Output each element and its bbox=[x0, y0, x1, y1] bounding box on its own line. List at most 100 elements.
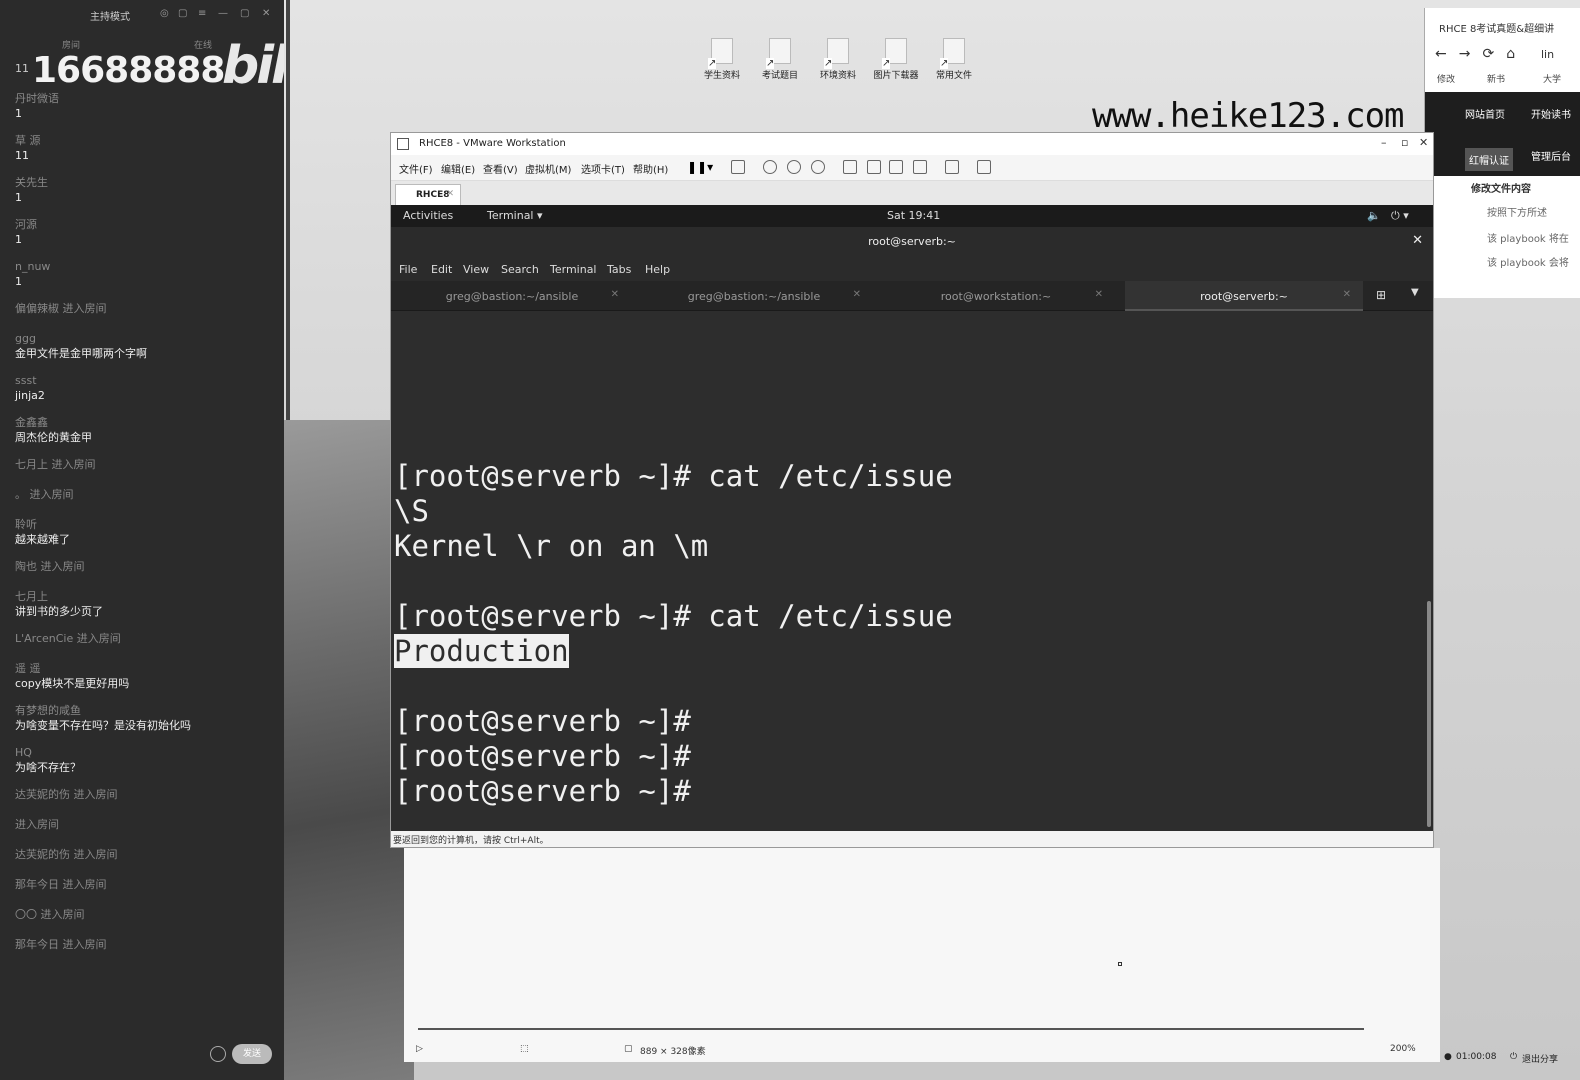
menu-view[interactable]: 查看(V) bbox=[483, 161, 518, 176]
chat-username[interactable]: 丹时微语 bbox=[15, 92, 275, 106]
vmware-window: RHCE8 - VMware Workstation – ▫ ✕ 文件(F) 编… bbox=[390, 132, 1434, 848]
chat-username[interactable]: ggg bbox=[15, 332, 275, 346]
share-timer: 01:00:08 bbox=[1456, 1052, 1497, 1062]
chat-username[interactable]: 有梦想的咸鱼 bbox=[15, 704, 275, 718]
pause-icon[interactable]: ❚❚▾ bbox=[687, 160, 713, 174]
menu-view[interactable]: View bbox=[463, 263, 489, 276]
terminal-tab-active[interactable]: root@serverb:~ ✕ bbox=[1125, 281, 1363, 311]
chat-username[interactable]: HQ bbox=[15, 746, 275, 760]
terminal-tab[interactable]: greg@bastion:~/ansible ✕ bbox=[393, 281, 631, 311]
bookmark-item[interactable]: 修改 bbox=[1437, 72, 1455, 85]
chat-username[interactable]: 河源 bbox=[15, 218, 275, 232]
sidebar-view-icon[interactable] bbox=[843, 160, 857, 174]
selected-text[interactable]: Production bbox=[394, 634, 569, 668]
address-bar[interactable]: lin bbox=[1541, 48, 1554, 61]
clock[interactable]: Sat 19:41 bbox=[887, 209, 940, 222]
volume-icon[interactable]: 🔈 bbox=[1367, 209, 1381, 222]
terminal-tab[interactable]: greg@bastion:~/ansible ✕ bbox=[635, 281, 873, 311]
close-icon[interactable]: ✕ bbox=[262, 8, 270, 19]
desktop-icon-exam-questions[interactable]: 考试题目 bbox=[752, 38, 808, 81]
minimize-icon[interactable]: — bbox=[218, 8, 228, 19]
close-icon[interactable]: ✕ bbox=[1412, 233, 1423, 248]
menu-icon[interactable]: ≡ bbox=[198, 8, 206, 19]
tabs-view-icon[interactable] bbox=[867, 160, 881, 174]
fullscreen-icon[interactable] bbox=[889, 160, 903, 174]
stretch-icon[interactable] bbox=[977, 160, 991, 174]
emoji-icon[interactable] bbox=[210, 1046, 226, 1062]
chat-username[interactable]: 草 源 bbox=[15, 134, 275, 148]
site-nav: 网站首页 开始读书 红帽认证 管理后台 bbox=[1425, 92, 1580, 176]
close-tab-icon[interactable]: ✕ bbox=[611, 289, 619, 300]
menu-file[interactable]: File bbox=[399, 263, 417, 276]
desktop-icon-image-downloader[interactable]: 图片下载器 bbox=[868, 38, 924, 81]
chat-username[interactable]: n_nuw bbox=[15, 260, 275, 274]
menu-help[interactable]: 帮助(H) bbox=[633, 161, 668, 176]
nav-redhat[interactable]: 红帽认证 bbox=[1465, 148, 1513, 171]
desktop-icon-environment[interactable]: 环境资料 bbox=[810, 38, 866, 81]
maximize-icon[interactable]: ▫ bbox=[1401, 136, 1408, 149]
nav-read[interactable]: 开始读书 bbox=[1531, 106, 1571, 121]
menu-terminal[interactable]: Terminal bbox=[550, 263, 597, 276]
maximize-icon[interactable]: ▢ bbox=[240, 8, 249, 19]
terminal-scrollbar[interactable] bbox=[1425, 311, 1433, 831]
close-tab-icon[interactable]: ✕ bbox=[853, 289, 861, 300]
editor-canvas[interactable] bbox=[404, 848, 1440, 1062]
settings-icon[interactable]: ◎ bbox=[160, 8, 169, 19]
desktop-icon-common-files[interactable]: 常用文件 bbox=[926, 38, 982, 81]
chat-username[interactable]: 遥 遥 bbox=[15, 662, 275, 676]
nav-admin[interactable]: 管理后台 bbox=[1531, 148, 1571, 163]
guest-screen[interactable]: Activities Terminal ▾ Sat 19:41 🔈 ⏻ ▾ ro… bbox=[391, 205, 1433, 831]
snapshot-icon[interactable] bbox=[763, 160, 777, 174]
zoom-level[interactable]: 200% bbox=[1390, 1044, 1416, 1054]
menu-file[interactable]: 文件(F) bbox=[399, 161, 433, 176]
close-tab-icon[interactable]: ✕ bbox=[1095, 289, 1103, 300]
revert-snapshot-icon[interactable] bbox=[787, 160, 801, 174]
scrollbar-thumb[interactable] bbox=[1427, 601, 1431, 827]
snapshot-manager-icon[interactable] bbox=[811, 160, 825, 174]
menu-vm[interactable]: 虚拟机(M) bbox=[525, 161, 571, 176]
terminal-titlebar: root@serverb:~ ✕ bbox=[391, 227, 1433, 257]
terminal-app-menu[interactable]: Terminal ▾ bbox=[487, 209, 543, 222]
tab-rhce8[interactable]: RHCE8 ✕ bbox=[395, 184, 461, 205]
bookmark-item[interactable]: 新书 bbox=[1487, 72, 1505, 85]
stop-share-button[interactable]: 退出分享 bbox=[1522, 1052, 1558, 1065]
close-tab-icon[interactable]: ✕ bbox=[1343, 289, 1351, 300]
menu-tabs[interactable]: Tabs bbox=[607, 263, 631, 276]
menu-tabs[interactable]: 选项卡(T) bbox=[581, 161, 625, 176]
browser-tab[interactable]: RHCE 8考试真题&超细讲 bbox=[1439, 20, 1554, 35]
minimize-icon[interactable]: – bbox=[1381, 136, 1387, 149]
chevron-down-icon[interactable]: ▼ bbox=[1411, 287, 1419, 298]
room-id: 16688888 bbox=[32, 50, 225, 91]
vmware-statusbar: 要返回到您的计算机，请按 Ctrl+Alt。 bbox=[391, 831, 1433, 847]
menu-help[interactable]: Help bbox=[645, 263, 670, 276]
send-button[interactable]: 发送 bbox=[232, 1044, 272, 1064]
new-tab-icon[interactable]: ⊞ bbox=[1376, 288, 1386, 302]
unity-icon[interactable] bbox=[913, 160, 927, 174]
layout-icon[interactable]: ▢ bbox=[178, 8, 187, 19]
menu-edit[interactable]: 编辑(E) bbox=[441, 161, 475, 176]
chat-username[interactable]: 聆听 bbox=[15, 518, 275, 532]
pointer-icon[interactable]: ▷ bbox=[416, 1044, 423, 1054]
chat-username[interactable]: 金鑫鑫 bbox=[15, 416, 275, 430]
power-icon[interactable]: ⏻ ▾ bbox=[1391, 209, 1409, 223]
chat-text: 1 bbox=[15, 233, 22, 246]
terminal-output[interactable]: [root@serverb ~]# cat /etc/issue \S Kern… bbox=[391, 311, 1425, 831]
chat-username[interactable]: ssst bbox=[15, 374, 275, 388]
chat-username[interactable]: 七月上 bbox=[15, 590, 275, 604]
close-icon[interactable]: ✕ bbox=[1419, 136, 1428, 149]
crop-icon[interactable]: ⬚ bbox=[520, 1044, 529, 1054]
browser-nav-buttons[interactable]: ←→⟳⌂ bbox=[1435, 46, 1527, 62]
terminal-tab[interactable]: root@workstation:~ ✕ bbox=[877, 281, 1115, 311]
bookmark-item[interactable]: 大学 bbox=[1543, 72, 1561, 85]
send-keys-icon[interactable] bbox=[731, 160, 745, 174]
nav-home[interactable]: 网站首页 bbox=[1465, 106, 1505, 121]
chat-username[interactable]: 关先生 bbox=[15, 176, 275, 190]
release-hint: 要返回到您的计算机，请按 Ctrl+Alt。 bbox=[393, 836, 549, 846]
menu-search[interactable]: Search bbox=[501, 263, 539, 276]
console-icon[interactable] bbox=[945, 160, 959, 174]
close-tab-icon[interactable]: ✕ bbox=[446, 189, 454, 199]
desktop-icon-student-materials[interactable]: 学生资料 bbox=[694, 38, 750, 81]
selection-icon: ▢ bbox=[624, 1044, 633, 1054]
menu-edit[interactable]: Edit bbox=[431, 263, 452, 276]
activities-button[interactable]: Activities bbox=[403, 209, 453, 222]
